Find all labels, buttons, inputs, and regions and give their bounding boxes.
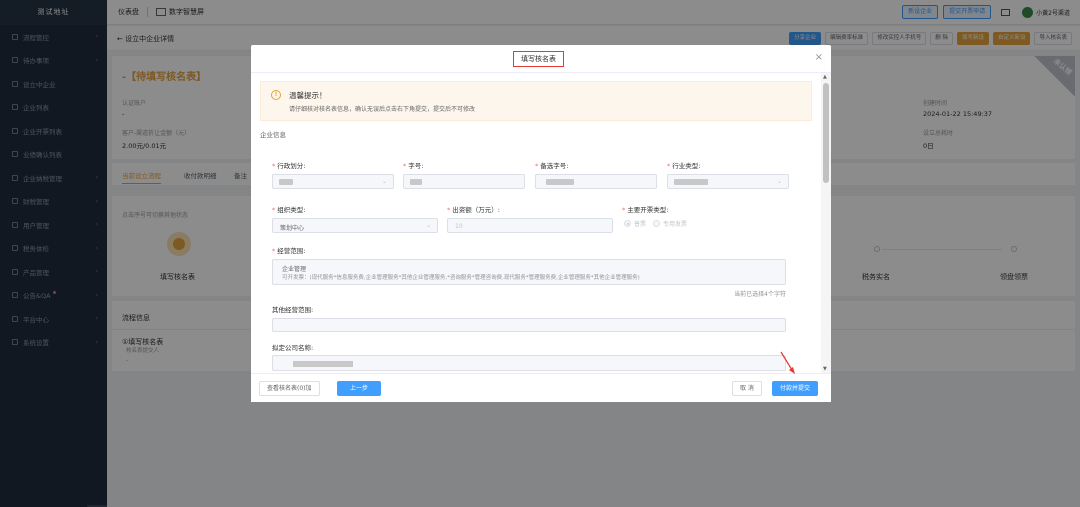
invoice-type-label: * 主要开票类型: xyxy=(622,206,669,214)
other-scope-label: 其他经营范围: xyxy=(272,306,314,314)
radio-special-invoice[interactable] xyxy=(653,220,661,227)
other-scope-input[interactable] xyxy=(272,318,786,332)
business-scope-field[interactable]: 企业管理 可开发票：(现代服务*信息服务费,企业管理服务*其他企业管理服务,*咨… xyxy=(272,259,786,285)
org-type-value: 策划中心 xyxy=(280,225,305,232)
capital-label: * 出资额（万元）: xyxy=(447,206,500,214)
industry-select[interactable]: ⌄ xyxy=(667,174,789,189)
scope-line1: 企业管理 xyxy=(282,266,307,273)
company-name-input[interactable] xyxy=(272,355,786,371)
backup-zihao-label: * 备选字号: xyxy=(535,162,569,170)
annotation-arrow-icon xyxy=(780,351,795,374)
warning-icon: ! xyxy=(271,90,281,100)
notice-box: ! 温馨提示！ 请仔细核对核名表信息，确认无误后点击右下角提交，提交后不可修改 xyxy=(260,81,812,121)
dialog-title: 填写核名表 xyxy=(513,51,564,67)
dialog-scrollbar[interactable]: ▲ ▼ xyxy=(821,73,831,373)
scope-count: 当前已选择4个字符 xyxy=(734,291,786,298)
dialog-footer: 查看核名表(0)加 上一步 取 消 付款并提交 xyxy=(251,373,831,402)
cancel-button[interactable]: 取 消 xyxy=(732,381,762,396)
chevron-down-icon: ⌄ xyxy=(381,178,387,185)
invoice-type-radio-group: 普票 专用发票 xyxy=(624,219,687,228)
org-type-select[interactable]: 策划中心 ⌄ xyxy=(272,218,438,233)
region-label: * 行政划分: xyxy=(272,162,306,170)
pay-submit-button[interactable]: 付款并提交 xyxy=(772,381,819,396)
chevron-down-icon: ⌄ xyxy=(425,222,431,229)
backup-zihao-input[interactable] xyxy=(535,174,657,189)
region-select[interactable]: ⌄ xyxy=(272,174,394,189)
company-name-label: 拟定公司名称: xyxy=(272,344,314,352)
company-info-form: * 行政划分: ⌄ * 字号: * 备选字号: * 行业类型: ⌄ * 组织类型: 策划中… xyxy=(260,144,812,373)
close-icon[interactable]: × xyxy=(815,53,823,63)
radio-label: 普票 xyxy=(634,221,647,228)
dialog-body: ! 温馨提示！ 请仔细核对核名表信息，确认无误后点击右下角提交，提交后不可修改 … xyxy=(251,73,821,373)
scope-line2: 可开发票：(现代服务*信息服务费,企业管理服务*其他企业管理服务,*咨询服务*管… xyxy=(282,275,640,281)
radio-label: 专用发票 xyxy=(663,221,688,228)
chevron-down-icon: ⌄ xyxy=(776,178,782,185)
notice-title: 温馨提示！ xyxy=(289,91,327,100)
zihao-input[interactable] xyxy=(403,174,525,189)
scroll-down-icon[interactable]: ▼ xyxy=(823,366,827,372)
radio-normal-invoice[interactable] xyxy=(624,220,631,227)
name-table-dialog: 填写核名表 × ! 温馨提示！ 请仔细核对核名表信息，确认无误后点击右下角提交，… xyxy=(251,45,831,402)
scope-label: * 经营范围: xyxy=(272,247,306,255)
scroll-up-icon[interactable]: ▲ xyxy=(823,74,827,80)
industry-label: * 行业类型: xyxy=(667,162,701,170)
blurred-value xyxy=(293,361,353,367)
notice-description: 请仔细核对核名表信息，确认无误后点击右下角提交，提交后不可修改 xyxy=(289,106,476,113)
capital-input[interactable]: 10 xyxy=(447,218,613,233)
view-name-table-button[interactable]: 查看核名表(0)加 xyxy=(259,381,320,396)
section-label: 企业信息 xyxy=(260,131,286,139)
scrollbar-thumb[interactable] xyxy=(823,83,829,183)
capital-value: 10 xyxy=(455,223,463,230)
org-type-label: * 组织类型: xyxy=(272,206,306,214)
prev-step-button[interactable]: 上一步 xyxy=(337,381,382,396)
zihao-label: * 字号: xyxy=(403,162,424,170)
dialog-header: 填写核名表 × xyxy=(251,45,831,73)
